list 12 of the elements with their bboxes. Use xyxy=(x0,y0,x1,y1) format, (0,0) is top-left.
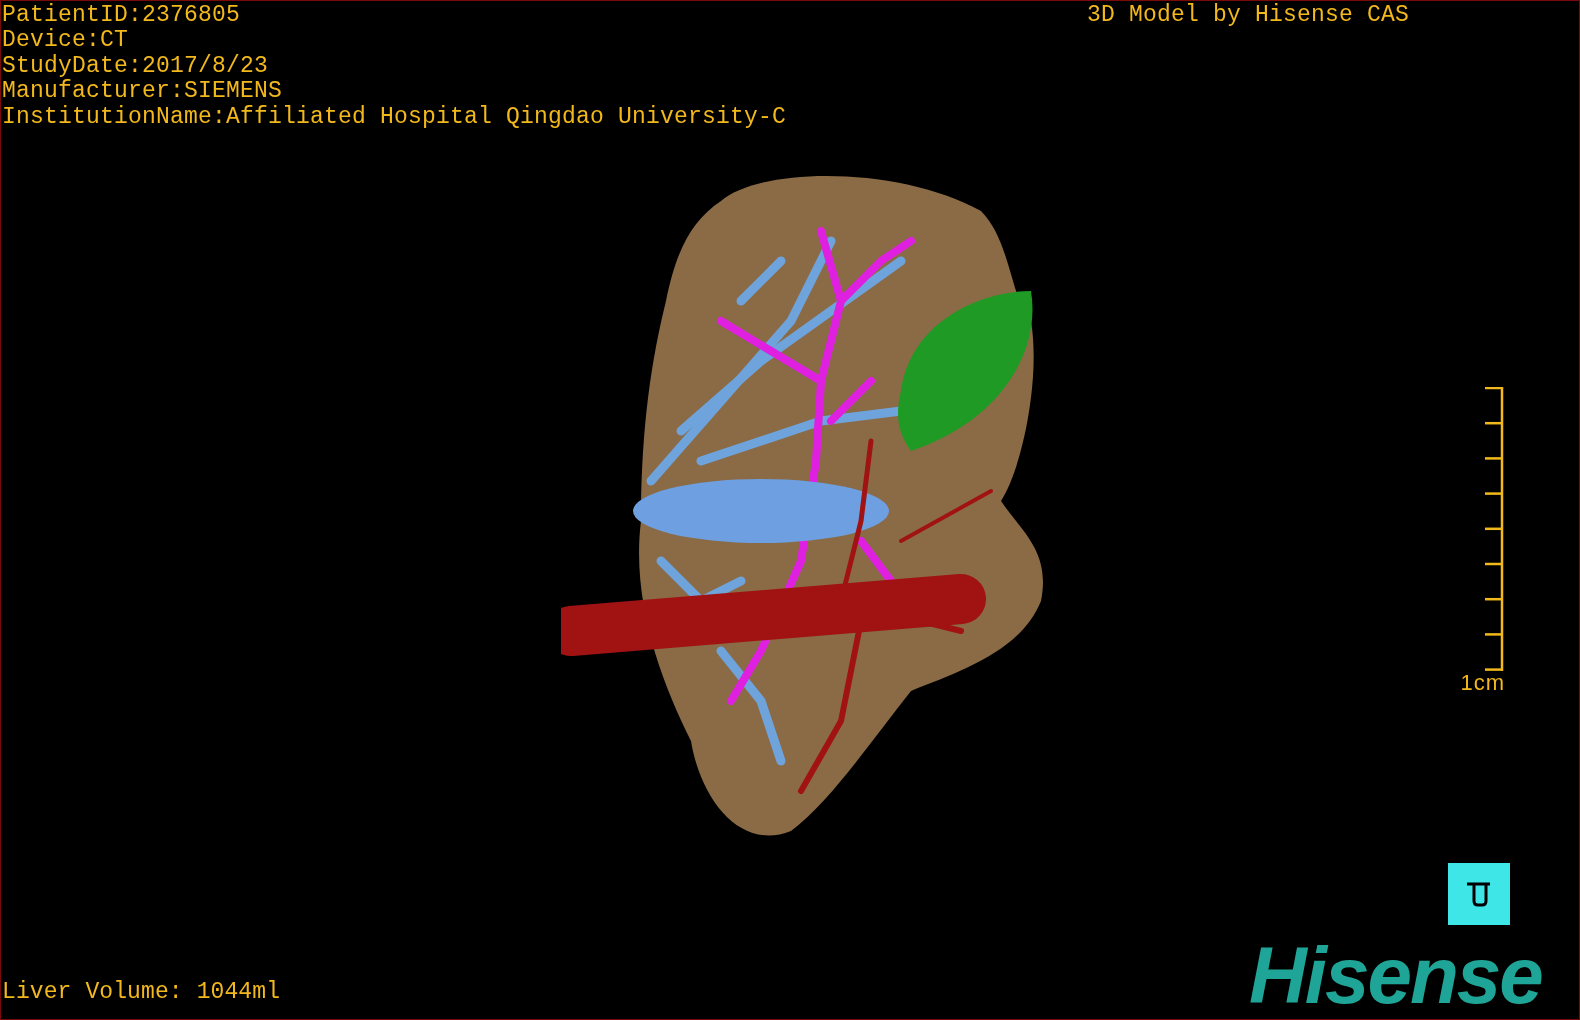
patient-info-text: InstitutionName:Affiliated Hospital Qingdao University-C xyxy=(2,104,787,131)
patient-info-text: Manufacturer:SIEMENS xyxy=(2,79,284,105)
scale-label: 1cm xyxy=(1460,671,1505,695)
header-title: 3D Model by Hisense CAS xyxy=(1087,3,1410,28)
brand-logo: Hisense xyxy=(1249,931,1542,1019)
patient-info-text: PatientID:2376805 xyxy=(2,3,242,28)
view-button[interactable] xyxy=(1448,863,1510,925)
patient-info-text: StudyDate:2017/8/23 xyxy=(2,53,270,79)
patient-info-text: Device:CT xyxy=(2,28,130,54)
liver-volume-text: Liver Volume: 1044ml xyxy=(2,980,281,1005)
scale-bar-icon xyxy=(1485,387,1505,671)
bracket-icon xyxy=(1466,881,1492,907)
